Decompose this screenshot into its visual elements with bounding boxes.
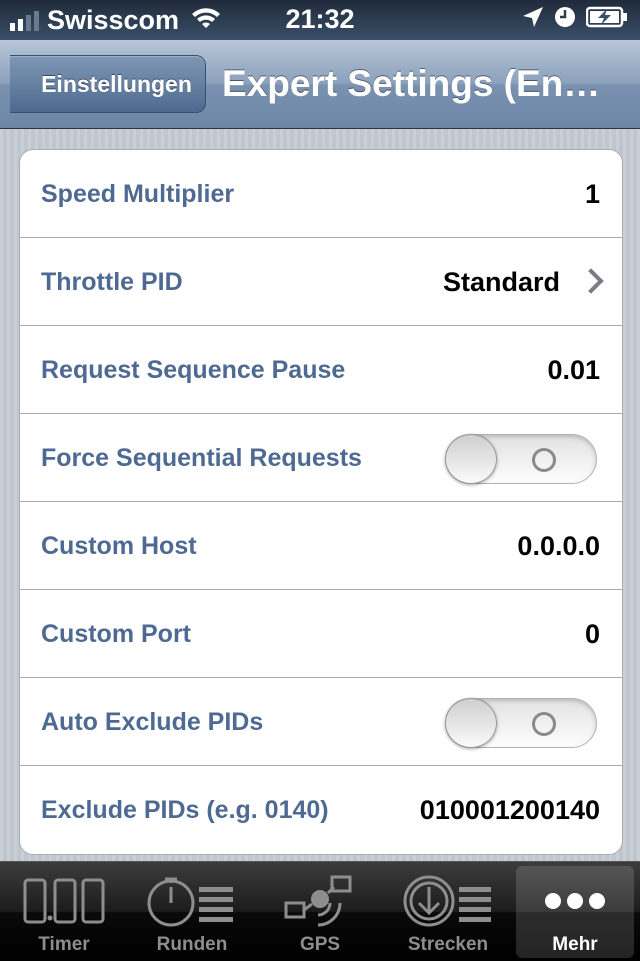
status-bar: Swisscom 21:32 <box>0 0 640 40</box>
row-speed-multiplier[interactable]: Speed Multiplier 1 <box>20 150 622 238</box>
stopwatch-list-icon <box>128 870 256 932</box>
row-auto-exclude-pids: Auto Exclude PIDs <box>20 678 622 766</box>
location-arrow-icon <box>522 6 544 33</box>
row-label: Request Sequence Pause <box>41 356 346 384</box>
back-button[interactable]: Einstellungen <box>10 55 206 113</box>
switch-off-icon <box>532 712 556 736</box>
satellite-icon <box>256 870 384 932</box>
more-dots-icon <box>516 870 634 932</box>
tab-timer[interactable]: Timer <box>0 862 128 961</box>
download-list-icon <box>384 870 512 932</box>
switch-off-icon <box>532 448 556 472</box>
row-custom-host[interactable]: Custom Host 0.0.0.0 <box>20 502 622 590</box>
tab-runden[interactable]: Runden <box>128 862 256 961</box>
toggle-knob <box>445 698 497 748</box>
row-value: 0 <box>584 619 600 649</box>
row-label: Auto Exclude PIDs <box>41 708 264 736</box>
battery-charging-icon <box>585 6 628 33</box>
tab-bar: Timer Runden GPS Strecken Mehr <box>0 861 640 961</box>
tab-label: Runden <box>156 934 228 955</box>
row-force-sequential-requests: Force Sequential Requests <box>20 414 622 502</box>
settings-table: Speed Multiplier 1 Throttle PID Standard… <box>0 129 640 861</box>
row-label: Custom Host <box>41 532 197 560</box>
row-label: Custom Port <box>41 620 191 648</box>
digital-timer-icon <box>0 870 128 932</box>
row-label: Force Sequential Requests <box>41 444 362 472</box>
tab-gps[interactable]: GPS <box>256 862 384 961</box>
tab-mehr[interactable]: Mehr <box>516 866 634 958</box>
row-custom-port[interactable]: Custom Port 0 <box>20 590 622 678</box>
row-label: Throttle PID <box>41 268 183 296</box>
back-button-label: Einstellungen <box>41 70 192 97</box>
tab-strecken[interactable]: Strecken <box>384 862 512 961</box>
alarm-clock-icon <box>554 6 576 33</box>
row-label: Exclude PIDs (e.g. 0140) <box>41 796 329 824</box>
navigation-bar: Einstellungen Expert Settings (En… <box>0 40 640 129</box>
row-throttle-pid[interactable]: Throttle PID Standard <box>20 238 622 326</box>
tab-label: GPS <box>299 934 341 955</box>
row-value: 1 <box>584 179 600 209</box>
toggle-knob <box>445 434 497 484</box>
force-sequential-toggle[interactable] <box>445 434 597 484</box>
chevron-right-icon <box>578 268 604 294</box>
auto-exclude-toggle[interactable] <box>445 698 597 748</box>
tab-label: Mehr <box>552 934 598 955</box>
row-value: 010001200140 <box>419 795 600 825</box>
tab-label: Timer <box>38 934 90 955</box>
settings-group: Speed Multiplier 1 Throttle PID Standard… <box>19 149 623 855</box>
page-title: Expert Settings (En… <box>222 63 601 104</box>
tab-label: Strecken <box>407 934 489 955</box>
row-value: 0.0.0.0 <box>517 531 600 561</box>
status-right <box>522 6 628 33</box>
row-label: Speed Multiplier <box>41 180 235 208</box>
row-exclude-pids[interactable]: Exclude PIDs (e.g. 0140) 010001200140 <box>20 766 622 854</box>
row-value: 0.01 <box>547 355 600 385</box>
row-request-sequence-pause[interactable]: Request Sequence Pause 0.01 <box>20 326 622 414</box>
row-value: Standard <box>442 267 560 297</box>
